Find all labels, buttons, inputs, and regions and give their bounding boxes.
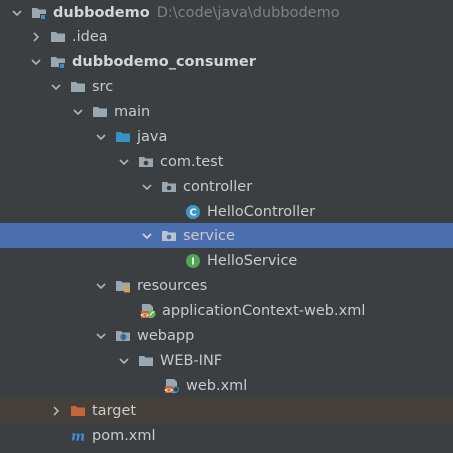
tree-row-idea[interactable]: .idea <box>0 24 453 49</box>
tree-row-target[interactable]: target <box>0 398 453 423</box>
tree-row-service[interactable]: service <box>0 223 453 248</box>
chevron-down-icon[interactable] <box>93 278 109 294</box>
folder-icon <box>92 104 108 120</box>
tree-item-label: HelloService <box>207 252 298 269</box>
tree-item-label: HelloController <box>207 203 316 220</box>
svg-text:I: I <box>191 256 195 267</box>
tree-item-label: web.xml <box>186 377 248 394</box>
folder-icon <box>70 79 86 95</box>
tree-row-hello-controller[interactable]: C HelloController <box>0 199 453 224</box>
tree-item-label: controller <box>183 178 253 195</box>
tree-item-label: resources <box>137 277 208 294</box>
project-name: dubbodemo <box>53 4 150 21</box>
tree-item-label: .idea <box>72 28 108 45</box>
tree-row-src[interactable]: src <box>0 74 453 99</box>
spring-xml-icon: <> <box>140 303 156 319</box>
package-icon <box>161 228 177 244</box>
tree-row-dubbodemo[interactable]: dubbodemo D:\code\java\dubbodemo <box>0 0 453 25</box>
chevron-down-icon[interactable] <box>93 129 109 145</box>
excluded-folder-icon <box>70 403 86 419</box>
tree-row-web-xml[interactable]: <> web.xml <box>0 373 453 398</box>
tree-row-pom[interactable]: m pom.xml <box>0 423 453 448</box>
tree-item-label: com.test <box>160 153 224 170</box>
project-tree: dubbodemo D:\code\java\dubbodemo .idea d… <box>0 0 453 453</box>
package-icon <box>138 154 154 170</box>
class-icon: C <box>185 204 201 220</box>
chevron-down-icon[interactable] <box>28 54 44 70</box>
tree-row-com-test[interactable]: com.test <box>0 149 453 174</box>
chevron-right-icon[interactable] <box>28 29 44 45</box>
tree-row-java[interactable]: java <box>0 124 453 149</box>
chevron-down-icon[interactable] <box>139 228 155 244</box>
tree-row-main[interactable]: main <box>0 99 453 124</box>
tree-row-web-inf[interactable]: WEB-INF <box>0 348 453 373</box>
tree-item-label: main <box>114 103 151 120</box>
resources-folder-icon <box>115 278 131 294</box>
chevron-down-icon[interactable] <box>48 79 64 95</box>
interface-icon: I <box>185 253 201 269</box>
tree-row-dubbodemo-consumer[interactable]: dubbodemo_consumer <box>0 49 453 74</box>
tree-row-application-context[interactable]: <> applicationContext-web.xml <box>0 298 453 323</box>
svg-text:<>: <> <box>164 387 174 394</box>
tree-item-label: java <box>137 128 168 145</box>
folder-icon <box>50 29 66 45</box>
tree-item-label: pom.xml <box>92 427 156 444</box>
project-path: D:\code\java\dubbodemo <box>156 4 340 21</box>
chevron-down-icon[interactable] <box>116 154 132 170</box>
tree-row-controller[interactable]: controller <box>0 174 453 199</box>
chevron-down-icon[interactable] <box>139 179 155 195</box>
tree-item-label: webapp <box>137 327 195 344</box>
tree-item-label: src <box>92 78 114 95</box>
package-icon <box>161 179 177 195</box>
tree-item-label: dubbodemo_consumer <box>72 53 256 70</box>
tree-item-label: service <box>183 227 235 244</box>
svg-text:C: C <box>189 207 196 218</box>
svg-text:<>: <> <box>140 312 150 319</box>
folder-icon <box>138 353 154 369</box>
svg-text:m: m <box>71 428 85 444</box>
chevron-down-icon[interactable] <box>116 353 132 369</box>
chevron-right-icon[interactable] <box>48 403 64 419</box>
web-xml-icon: <> <box>164 378 180 394</box>
chevron-down-icon[interactable] <box>9 5 25 21</box>
tree-row-resources[interactable]: resources <box>0 273 453 298</box>
tree-row-webapp[interactable]: webapp <box>0 323 453 348</box>
chevron-down-icon[interactable] <box>93 328 109 344</box>
source-folder-icon <box>115 129 131 145</box>
module-folder-icon <box>31 5 47 21</box>
module-folder-icon <box>50 54 66 70</box>
tree-item-label: applicationContext-web.xml <box>162 302 366 319</box>
tree-item-label: WEB-INF <box>160 352 223 369</box>
maven-icon: m <box>70 428 86 444</box>
tree-row-hello-service[interactable]: I HelloService <box>0 248 453 273</box>
chevron-down-icon[interactable] <box>70 104 86 120</box>
web-folder-icon <box>115 328 131 344</box>
tree-item-label: target <box>92 402 137 419</box>
